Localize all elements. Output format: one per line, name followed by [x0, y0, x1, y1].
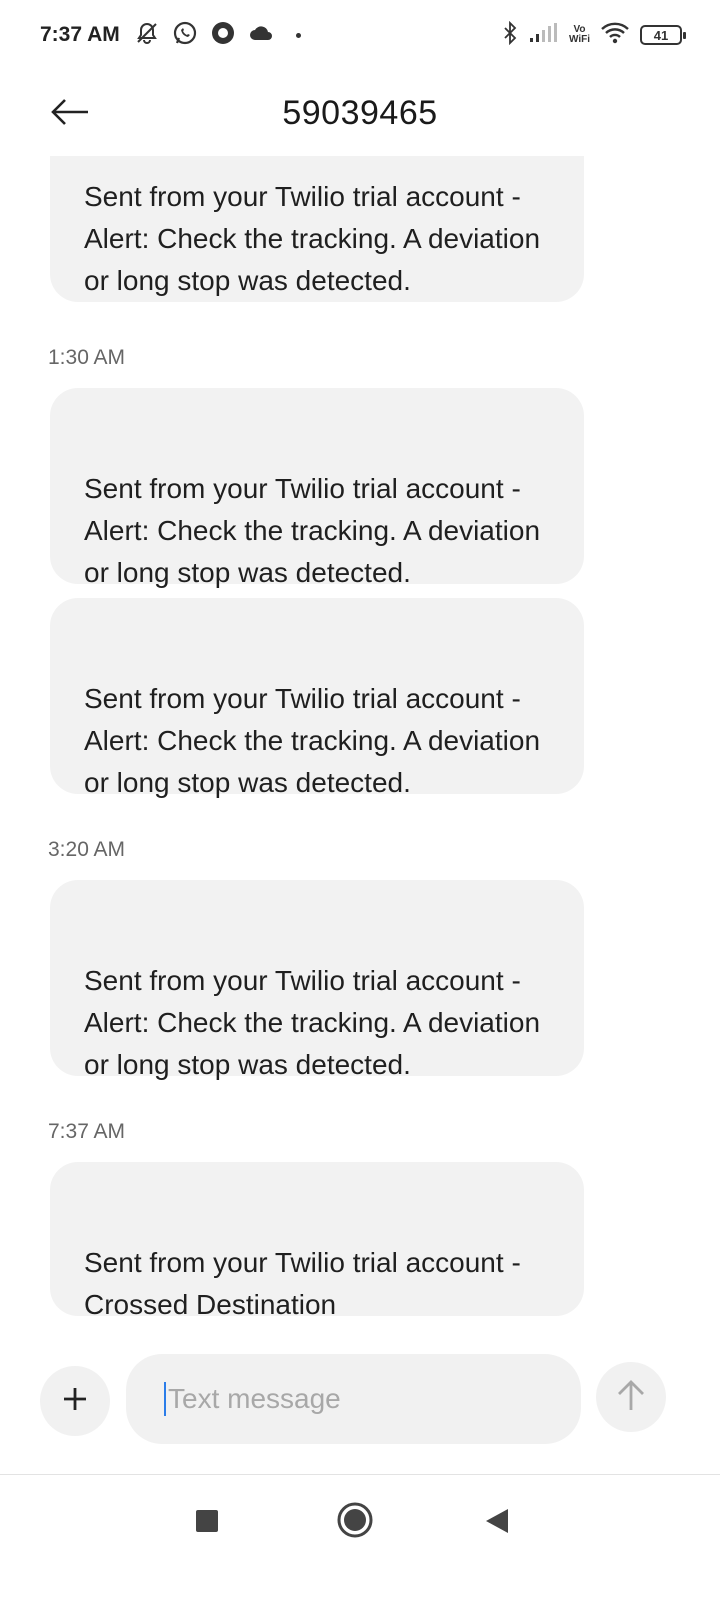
cloud-icon	[248, 23, 274, 48]
circle-home-icon[interactable]	[336, 1501, 374, 1539]
message-bubble[interactable]: Sent from your Twilio trial account - Al…	[50, 156, 584, 302]
status-left-icons	[134, 20, 301, 51]
message-text: Sent from your Twilio trial account - Al…	[84, 473, 541, 588]
whatsapp-icon	[172, 20, 198, 51]
add-attachment-button[interactable]	[40, 1366, 110, 1436]
message-input-container[interactable]	[126, 1354, 581, 1444]
message-bubble[interactable]: Sent from your Twilio trial account - Al…	[50, 598, 584, 798]
bluetooth-icon	[501, 20, 519, 50]
message-text: Sent from your Twilio trial account - Al…	[84, 965, 541, 1080]
signal-icon	[529, 22, 559, 49]
system-nav-bar	[0, 1475, 720, 1600]
message-timestamp: 7:37 AM	[48, 1120, 126, 1143]
back-button[interactable]	[40, 84, 100, 144]
message-input[interactable]	[168, 1383, 548, 1415]
message-text: Sent from your Twilio trial account - Cr…	[84, 1247, 521, 1320]
triangle-back-icon[interactable]	[484, 1507, 510, 1535]
message-bubble[interactable]: Sent from your Twilio trial account - Al…	[50, 880, 584, 1080]
battery-icon: 41	[640, 25, 686, 45]
plus-icon	[61, 1385, 89, 1418]
message-bubble[interactable]: Sent from your Twilio trial account - Al…	[50, 388, 584, 588]
message-timestamp: 1:30 AM	[48, 346, 126, 369]
text-cursor	[164, 1382, 166, 1416]
muted-alarm-icon	[134, 20, 160, 51]
vowifi-icon: Vo WiFi	[569, 25, 590, 45]
status-time: 7:37 AM	[40, 23, 120, 46]
arrow-up-icon	[616, 1378, 646, 1417]
message-text: Sent from your Twilio trial account - Al…	[84, 181, 541, 296]
message-timestamp: 3:20 AM	[48, 838, 126, 861]
message-thread[interactable]: Sent from your Twilio trial account - Al…	[0, 156, 720, 1346]
square-recents-icon[interactable]	[196, 1510, 218, 1532]
status-right-icons: Vo WiFi 41	[501, 20, 686, 50]
vowifi-bottom-label: WiFi	[568, 34, 590, 45]
dot-icon	[295, 32, 301, 38]
message-composer	[0, 1346, 720, 1474]
arrow-left-icon	[50, 97, 90, 132]
message-text: Sent from your Twilio trial account - Al…	[84, 683, 541, 798]
wifi-icon	[600, 21, 630, 50]
send-button[interactable]	[596, 1362, 666, 1432]
contact-title: 59039465	[282, 93, 438, 132]
conversation-header: 59039465	[0, 70, 720, 156]
message-bubble[interactable]: Sent from your Twilio trial account - Cr…	[50, 1162, 584, 1320]
status-bar: 7:37 AM Vo WiFi 41	[0, 0, 720, 70]
circle-app-icon	[210, 20, 236, 51]
